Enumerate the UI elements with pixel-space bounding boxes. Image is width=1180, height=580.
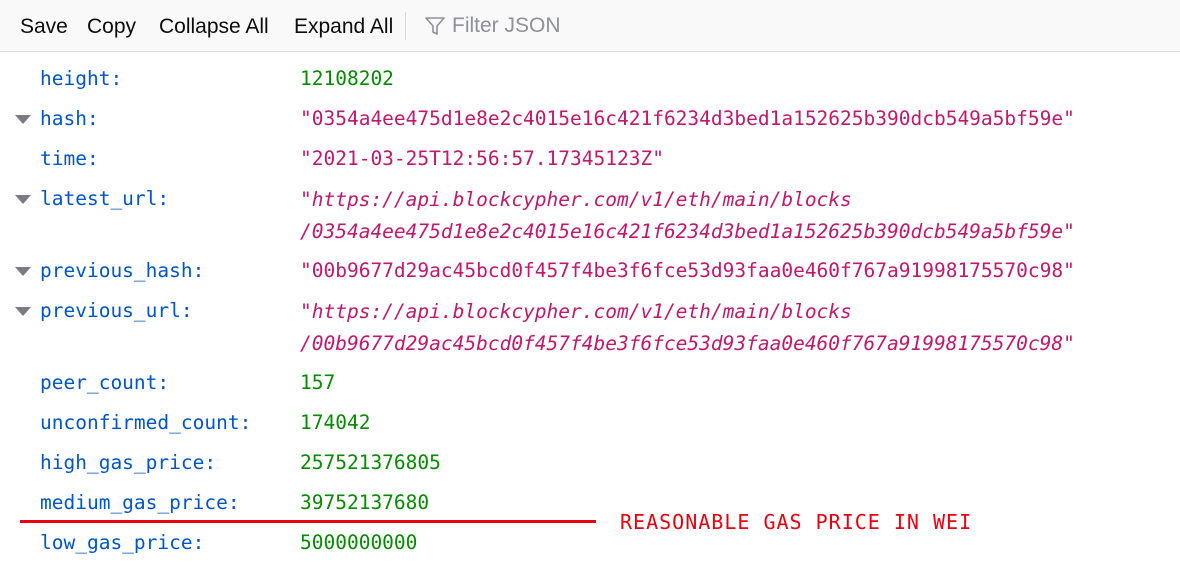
json-value-url: "https://api.blockcypher.com/v1/eth/main… <box>300 296 1075 360</box>
json-key: latest_url: <box>40 187 170 210</box>
json-key: low_gas_price: <box>40 531 205 554</box>
json-key: previous_url: <box>40 299 193 322</box>
expand-all-button[interactable]: Expand All <box>294 0 393 52</box>
json-key: previous_hash: <box>40 259 205 282</box>
annotation-text: REASONABLE GAS PRICE IN WEI <box>620 510 973 534</box>
json-row-previous-hash: previous_hash: "00b9677d29ac45bcd0f457f4… <box>0 251 1180 291</box>
json-value-url: "https://api.blockcypher.com/v1/eth/main… <box>300 184 1075 248</box>
collapse-toggle-icon[interactable] <box>15 267 31 276</box>
json-row-low-gas-price: low_gas_price: 5000000000 <box>0 523 1180 563</box>
toolbar-separator <box>405 12 406 40</box>
json-key: height: <box>40 67 123 90</box>
filter-json-input[interactable] <box>452 8 712 44</box>
filter-icon <box>424 15 446 42</box>
url-line-2: /0354a4ee475d1e8e2c4015e16c421f6234d3bed… <box>300 220 1075 243</box>
json-key: medium_gas_price: <box>40 491 240 514</box>
json-row-previous-url: previous_url: "https://api.blockcypher.c… <box>0 291 1180 363</box>
json-row-time: time: "2021-03-25T12:56:57.17345123Z" <box>0 139 1180 179</box>
json-key: hash: <box>40 107 99 130</box>
filter-box <box>424 8 724 44</box>
json-value-number: 157 <box>300 371 336 394</box>
json-row-peer-count: peer_count: 157 <box>0 363 1180 403</box>
json-key: unconfirmed_count: <box>40 411 252 434</box>
annotation-underline <box>20 520 596 523</box>
json-value-string: "2021-03-25T12:56:57.17345123Z" <box>300 147 664 170</box>
json-value-string: "0354a4ee475d1e8e2c4015e16c421f6234d3bed… <box>300 107 1075 130</box>
url-line-1: "https://api.blockcypher.com/v1/eth/main… <box>300 300 852 323</box>
collapse-all-button[interactable]: Collapse All <box>159 0 269 52</box>
collapse-toggle-icon[interactable] <box>15 307 31 316</box>
json-row-high-gas-price: high_gas_price: 257521376805 <box>0 443 1180 483</box>
json-row-latest-url: latest_url: "https://api.blockcypher.com… <box>0 179 1180 251</box>
json-key: peer_count: <box>40 371 170 394</box>
json-value-string: "00b9677d29ac45bcd0f457f4be3f6fce53d93fa… <box>300 259 1075 282</box>
copy-button[interactable]: Copy <box>87 0 136 52</box>
json-key: time: <box>40 147 99 170</box>
json-row-hash: hash: "0354a4ee475d1e8e2c4015e16c421f623… <box>0 99 1180 139</box>
json-row-unconfirmed-count: unconfirmed_count: 174042 <box>0 403 1180 443</box>
url-line-1: "https://api.blockcypher.com/v1/eth/main… <box>300 188 852 211</box>
json-value-number: 12108202 <box>300 67 394 90</box>
collapse-toggle-icon[interactable] <box>15 195 31 204</box>
json-value-number: 174042 <box>300 411 371 434</box>
json-row-height: height: 12108202 <box>0 59 1180 99</box>
json-value-number: 5000000000 <box>300 531 418 554</box>
save-button[interactable]: Save <box>20 0 68 52</box>
json-value-number: 39752137680 <box>300 491 430 514</box>
url-line-2: /00b9677d29ac45bcd0f457f4be3f6fce53d93fa… <box>300 332 1075 355</box>
json-key: high_gas_price: <box>40 451 217 474</box>
json-viewer-toolbar: Save Copy Collapse All Expand All <box>0 0 1180 52</box>
json-value-number: 257521376805 <box>300 451 441 474</box>
json-row-medium-gas-price: medium_gas_price: 39752137680 <box>0 483 1180 523</box>
collapse-toggle-icon[interactable] <box>15 115 31 124</box>
